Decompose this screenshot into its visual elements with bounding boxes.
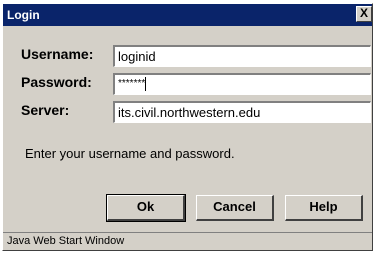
title-bar[interactable]: Login X [3,4,372,26]
server-field[interactable]: its.civil.northwestern.edu [113,101,371,123]
window-title: Login [7,8,40,22]
text-caret [145,77,147,91]
cancel-button[interactable]: Cancel [196,195,274,221]
close-icon[interactable]: X [356,6,372,22]
help-button[interactable]: Help [285,195,363,221]
ok-button[interactable]: Ok [106,194,186,222]
password-value: ******* [118,78,146,89]
username-value: loginid [118,49,156,64]
status-bar: Java Web Start Window [3,232,372,250]
username-label: Username: [21,46,94,62]
login-dialog: Login X Username: loginid Password: ****… [2,3,373,251]
username-field[interactable]: loginid [113,45,371,67]
server-value: its.civil.northwestern.edu [118,105,261,120]
password-field[interactable]: ******* [113,73,371,95]
server-label: Server: [21,102,70,118]
instruction-message: Enter your username and password. [25,146,235,161]
password-label: Password: [21,74,92,90]
